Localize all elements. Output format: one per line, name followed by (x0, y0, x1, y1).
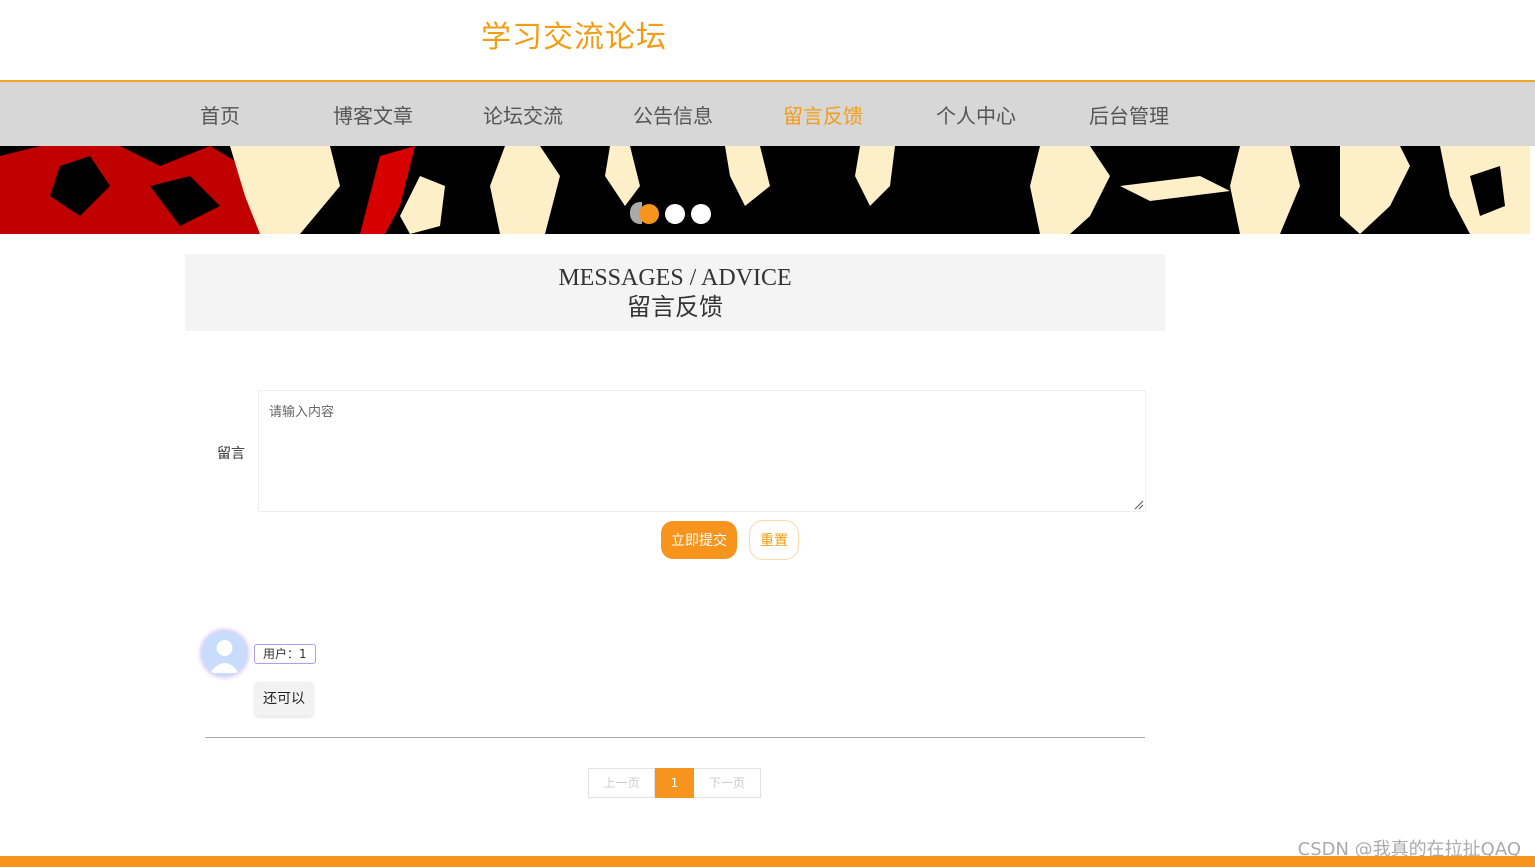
message-content: 还可以 (255, 682, 313, 716)
carousel-dot-1[interactable] (639, 204, 659, 224)
resize-grip-icon[interactable] (1133, 499, 1144, 510)
user-avatar-icon (210, 640, 239, 673)
message-textarea[interactable] (258, 390, 1146, 512)
pagination-next[interactable]: 下一页 (694, 768, 761, 798)
banner-image (0, 146, 1530, 234)
nav-item-admin[interactable]: 后台管理 (1089, 100, 1169, 129)
site-title: 学习交流论坛 (481, 20, 667, 55)
message-user-tag: 用户：1 (254, 644, 316, 664)
pagination-current[interactable]: 1 (655, 768, 694, 798)
nav-item-feedback[interactable]: 留言反馈 (783, 100, 863, 129)
nav-item-home[interactable]: 首页 (200, 100, 240, 129)
reset-button[interactable]: 重置 (749, 520, 799, 560)
pagination-prev[interactable]: 上一页 (588, 768, 655, 798)
nav-item-notice[interactable]: 公告信息 (633, 100, 713, 129)
nav-item-blog[interactable]: 博客文章 (333, 100, 413, 129)
section-header: MESSAGES / ADVICE 留言反馈 (185, 254, 1165, 331)
carousel-dot-2[interactable] (665, 204, 685, 224)
nav-item-profile[interactable]: 个人中心 (936, 100, 1016, 129)
submit-button[interactable]: 立即提交 (661, 521, 737, 559)
carousel-dot-3[interactable] (691, 204, 711, 224)
user-avatar (202, 631, 247, 676)
main-nav: 首页 博客文章 论坛交流 公告信息 留言反馈 个人中心 后台管理 (0, 80, 1535, 146)
footer-bar (0, 856, 1535, 867)
message-divider (205, 737, 1145, 738)
message-label: 留言 (217, 446, 245, 462)
banner-carousel[interactable] (0, 146, 1530, 234)
section-title-cn: 留言反馈 (627, 293, 723, 321)
section-title-en: MESSAGES / ADVICE (558, 265, 792, 291)
pagination: 上一页 1 下一页 (588, 768, 761, 798)
nav-item-forum[interactable]: 论坛交流 (483, 100, 563, 129)
